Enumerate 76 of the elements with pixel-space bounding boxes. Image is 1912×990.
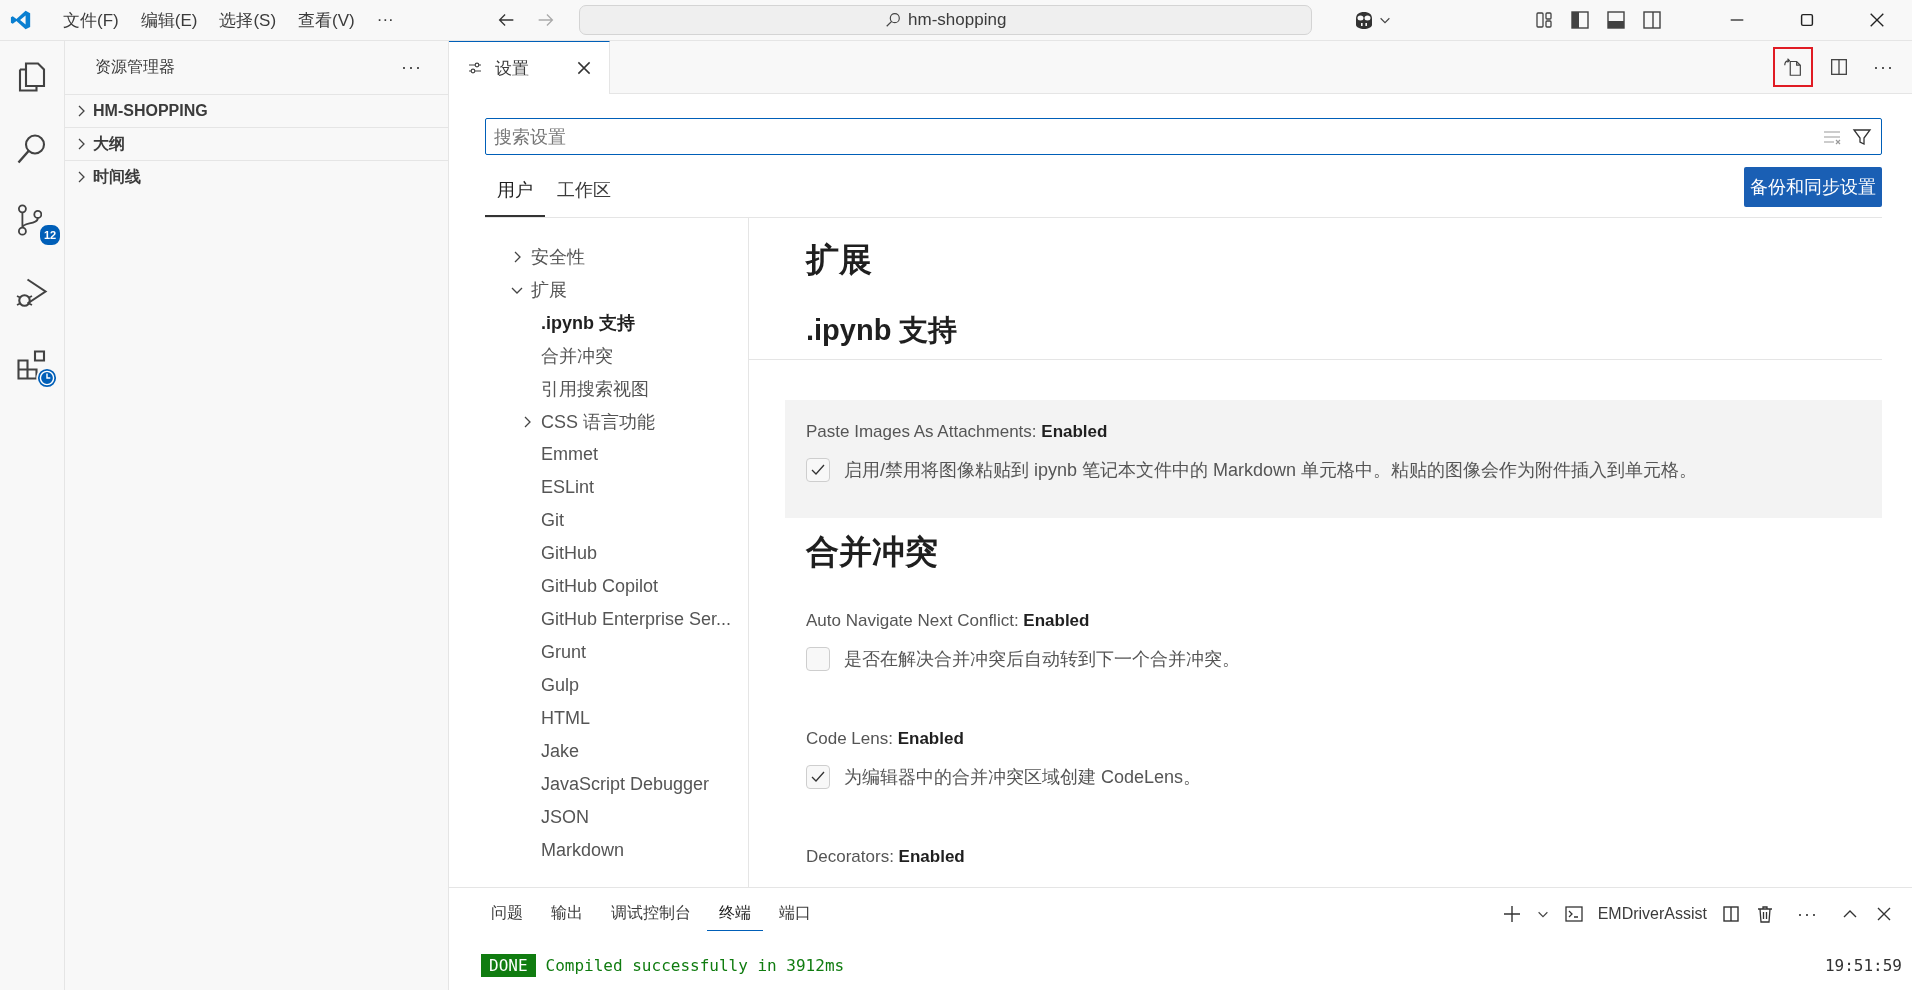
- split-editor-icon: [1828, 56, 1850, 78]
- layout-icon[interactable]: [1534, 10, 1554, 30]
- menu-item[interactable]: 选择(S): [210, 4, 286, 36]
- scope-tab[interactable]: 用户: [485, 165, 545, 217]
- file-arrow-icon: [1782, 56, 1804, 78]
- close-icon[interactable]: [575, 59, 593, 77]
- menu-item[interactable]: 编辑(E): [131, 4, 207, 36]
- sync-settings-button[interactable]: 备份和同步设置: [1744, 167, 1882, 207]
- menu-item[interactable]: 查看(V): [289, 4, 364, 36]
- menu-item[interactable]: 文件(F): [54, 4, 128, 36]
- sidebar-section[interactable]: HM-SHOPPING: [65, 94, 448, 127]
- toc-item[interactable]: GitHub Copilot: [485, 570, 748, 603]
- setting-description: 为编辑器中的合并冲突区域创建 CodeLens。: [844, 766, 1202, 789]
- clock-icon: [36, 367, 58, 389]
- toc-item[interactable]: Git: [485, 504, 748, 537]
- editor-tab[interactable]: 设置: [449, 41, 610, 94]
- toc-item[interactable]: 引用搜索视图: [485, 372, 748, 405]
- split-terminal-icon[interactable]: [1721, 904, 1741, 924]
- toc-item[interactable]: 合并冲突: [485, 339, 748, 372]
- toc-item[interactable]: JSON: [485, 801, 748, 834]
- sidebar-title: 资源管理器: [95, 57, 175, 77]
- count-badge: 12: [38, 223, 62, 247]
- category-heading: 扩展: [806, 240, 873, 280]
- sidebar-section[interactable]: 时间线: [65, 160, 448, 193]
- sidebar-section[interactable]: 大纲: [65, 127, 448, 160]
- panel-tab[interactable]: 输出: [539, 897, 595, 931]
- open-json-button[interactable]: [1773, 47, 1813, 87]
- setting-description: 启用/禁用将图像粘贴到 ipynb 笔记本文件中的 Markdown 单元格中。粘贴的图像会作为附件插入到单元格。: [844, 459, 1698, 482]
- checkbox[interactable]: [806, 458, 830, 482]
- terminal-time: 19:51:59: [1824, 956, 1902, 975]
- trash-icon[interactable]: [1755, 904, 1775, 924]
- toggle-sidebar-icon[interactable]: [1570, 10, 1590, 30]
- setting-title: Auto Navigate Next Conflict: Enabled: [806, 611, 1091, 631]
- section-heading: .ipynb 支持: [806, 313, 959, 348]
- status-badge: DONE: [481, 954, 536, 977]
- checkbox[interactable]: [806, 647, 830, 671]
- more-actions-button[interactable]: ···: [1865, 56, 1902, 78]
- command-center[interactable]: hm-shopping: [578, 5, 1312, 35]
- toc-item[interactable]: Emmet: [485, 438, 748, 471]
- panel-tab[interactable]: 端口: [767, 897, 823, 931]
- checkbox[interactable]: [806, 765, 830, 789]
- toc-item[interactable]: JavaScript Debugger: [485, 768, 748, 801]
- setting-title: Paste Images As Attachments: Enabled: [806, 422, 1109, 442]
- setting-title: Decorators: Enabled: [806, 847, 966, 867]
- toc-item[interactable]: GitHub: [485, 537, 748, 570]
- toc-item[interactable]: ESLint: [485, 471, 748, 504]
- toggle-secondary-sidebar-icon[interactable]: [1642, 10, 1662, 30]
- toc-item[interactable]: Grunt: [485, 636, 748, 669]
- toc-item[interactable]: HTML: [485, 702, 748, 735]
- panel-tab[interactable]: 问题: [479, 897, 535, 931]
- toc-item[interactable]: CSS 语言功能: [485, 405, 748, 438]
- scope-tab[interactable]: 工作区: [545, 165, 623, 217]
- toc-item[interactable]: .ipynb 支持: [485, 306, 748, 339]
- toc-item[interactable]: 扩展: [485, 273, 748, 306]
- search-field[interactable]: 搜索设置: [485, 118, 1882, 155]
- settings-sliders-icon: [467, 60, 483, 76]
- toc-item[interactable]: 安全性: [485, 240, 748, 273]
- toc-item[interactable]: Gulp: [485, 669, 748, 702]
- section-heading: 合并冲突: [805, 532, 939, 572]
- more-actions-button[interactable]: ···: [1789, 903, 1826, 925]
- plus-icon[interactable]: [1501, 904, 1522, 924]
- menu-item[interactable]: ···: [367, 6, 403, 34]
- search-icon: [884, 11, 903, 29]
- toggle-panel-icon[interactable]: [1606, 10, 1626, 30]
- setting-title: Code Lens: Enabled: [806, 729, 965, 749]
- panel-tab[interactable]: 终端: [707, 897, 763, 931]
- terminal-output: Compiled successfully in 3912ms: [545, 956, 845, 975]
- setting-description: 是否在解决合并冲突后自动转到下一个合并冲突。: [844, 648, 1240, 671]
- terminal-name[interactable]: EMDriverAssist: [1597, 905, 1707, 923]
- panel-tab[interactable]: 调试控制台: [599, 897, 703, 931]
- app-logo: [10, 9, 32, 31]
- more-actions-button[interactable]: ···: [393, 57, 430, 78]
- toc-item[interactable]: Markdown: [485, 834, 748, 867]
- toc-item[interactable]: GitHub Enterprise Ser...: [485, 603, 748, 636]
- toc-item[interactable]: Jake: [485, 735, 748, 768]
- terminal-icon: [1563, 904, 1584, 924]
